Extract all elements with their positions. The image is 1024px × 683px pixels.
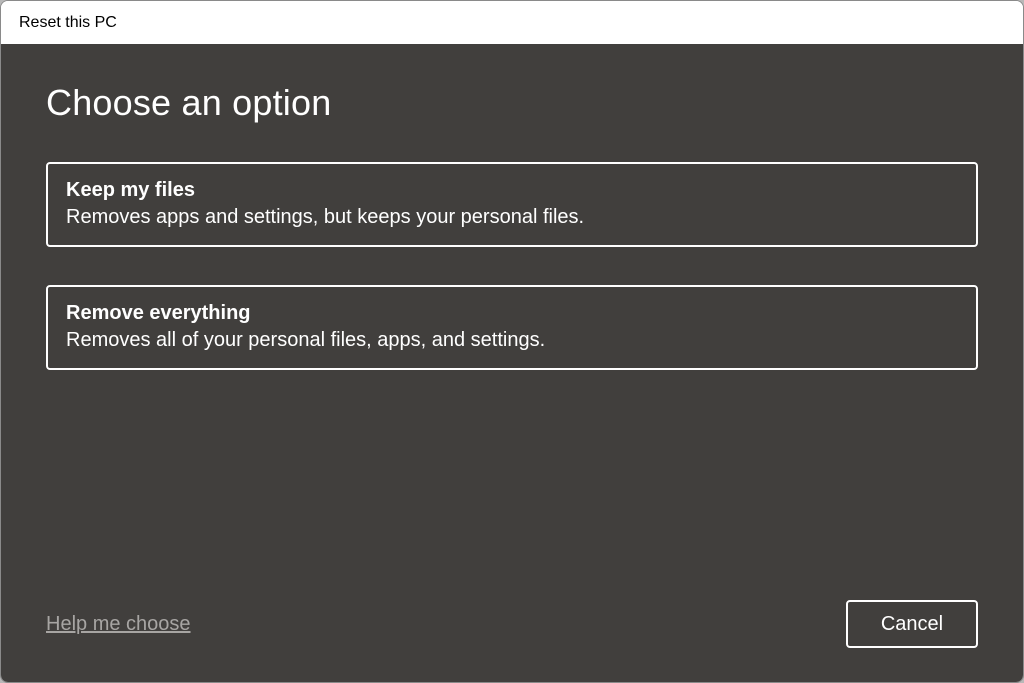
spacer: [46, 370, 978, 600]
option-keep-my-files[interactable]: Keep my files Removes apps and settings,…: [46, 162, 978, 247]
dialog-footer: Help me choose Cancel: [46, 600, 978, 648]
option-description: Removes all of your personal files, apps…: [66, 327, 958, 354]
help-me-choose-link[interactable]: Help me choose: [46, 613, 191, 636]
cancel-button[interactable]: Cancel: [846, 600, 978, 648]
option-description: Removes apps and settings, but keeps you…: [66, 204, 958, 231]
window-title: Reset this PC: [19, 14, 117, 32]
option-title: Keep my files: [66, 177, 958, 204]
options-list: Keep my files Removes apps and settings,…: [46, 162, 978, 370]
titlebar: Reset this PC: [1, 1, 1023, 44]
option-remove-everything[interactable]: Remove everything Removes all of your pe…: [46, 285, 978, 370]
option-title: Remove everything: [66, 300, 958, 327]
dialog-content: Choose an option Keep my files Removes a…: [1, 44, 1023, 682]
reset-pc-dialog: Reset this PC Choose an option Keep my f…: [0, 0, 1024, 683]
page-heading: Choose an option: [46, 82, 978, 124]
